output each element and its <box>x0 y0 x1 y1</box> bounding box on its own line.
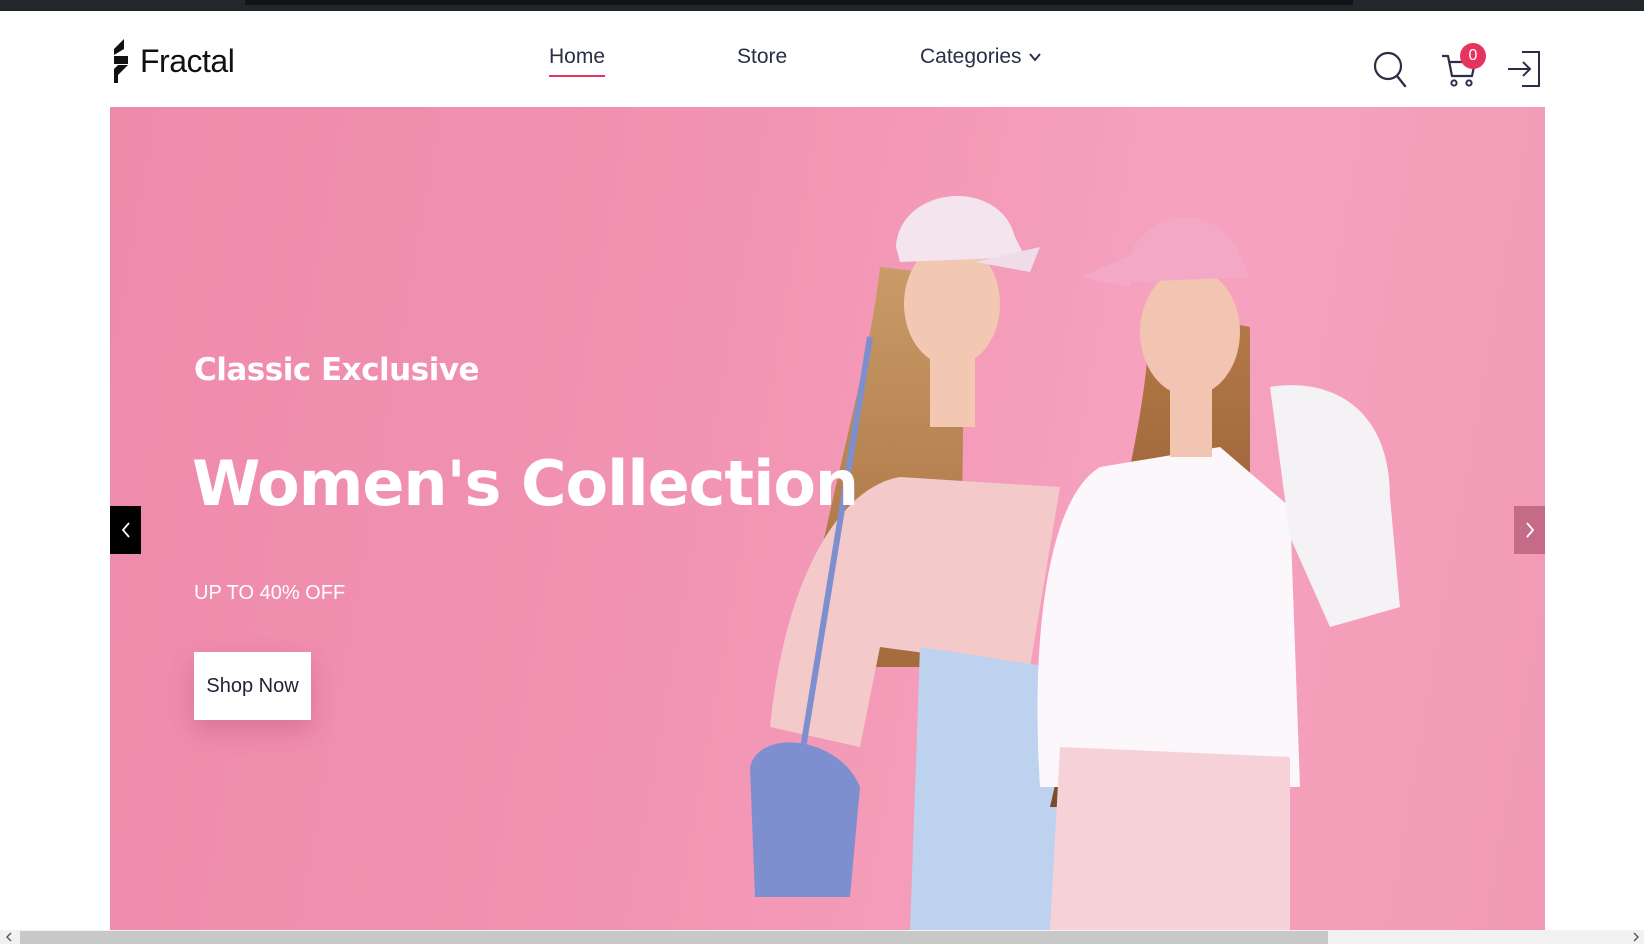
brand-logo[interactable]: Fractal <box>110 39 235 83</box>
page: Fractal Home Store Categories 0 Classic … <box>0 0 1644 944</box>
site-header: Fractal Home Store Categories 0 <box>0 11 1644 107</box>
nav-categories-label: Categories <box>920 45 1022 68</box>
browser-top-bar <box>0 0 1644 11</box>
brand-name: Fractal <box>140 42 235 79</box>
login-icon <box>1508 51 1540 87</box>
nav-categories-dropdown[interactable]: Categories <box>920 45 1042 69</box>
scroll-left-icon[interactable] <box>3 931 15 943</box>
hero-slider: Classic Exclusive Women's Collection UP … <box>110 107 1545 930</box>
chevron-right-icon <box>1525 522 1534 538</box>
carousel-prev-button[interactable] <box>110 506 141 554</box>
scrollbar-thumb[interactable] <box>20 931 1328 944</box>
scroll-right-icon[interactable] <box>1630 931 1642 943</box>
top-bar-strip <box>245 0 1353 5</box>
search-icon <box>1373 51 1407 88</box>
cart-count-badge: 0 <box>1460 43 1486 69</box>
carousel-next-button[interactable] <box>1514 506 1545 554</box>
hero-eyebrow: Classic Exclusive <box>194 352 480 388</box>
search-button[interactable] <box>1372 48 1408 90</box>
shop-now-button[interactable]: Shop Now <box>194 652 311 720</box>
nav-store-link[interactable]: Store <box>737 45 787 69</box>
horizontal-scrollbar[interactable] <box>0 930 1644 944</box>
chevron-left-icon <box>121 522 130 538</box>
nav-home-link[interactable]: Home <box>549 45 606 77</box>
fractal-logo-icon <box>114 39 128 83</box>
chevron-down-icon <box>1028 53 1041 62</box>
hero-offer: UP TO 40% OFF <box>194 582 346 604</box>
login-button[interactable] <box>1506 49 1542 89</box>
hero-title: Women's Collection <box>192 447 859 520</box>
